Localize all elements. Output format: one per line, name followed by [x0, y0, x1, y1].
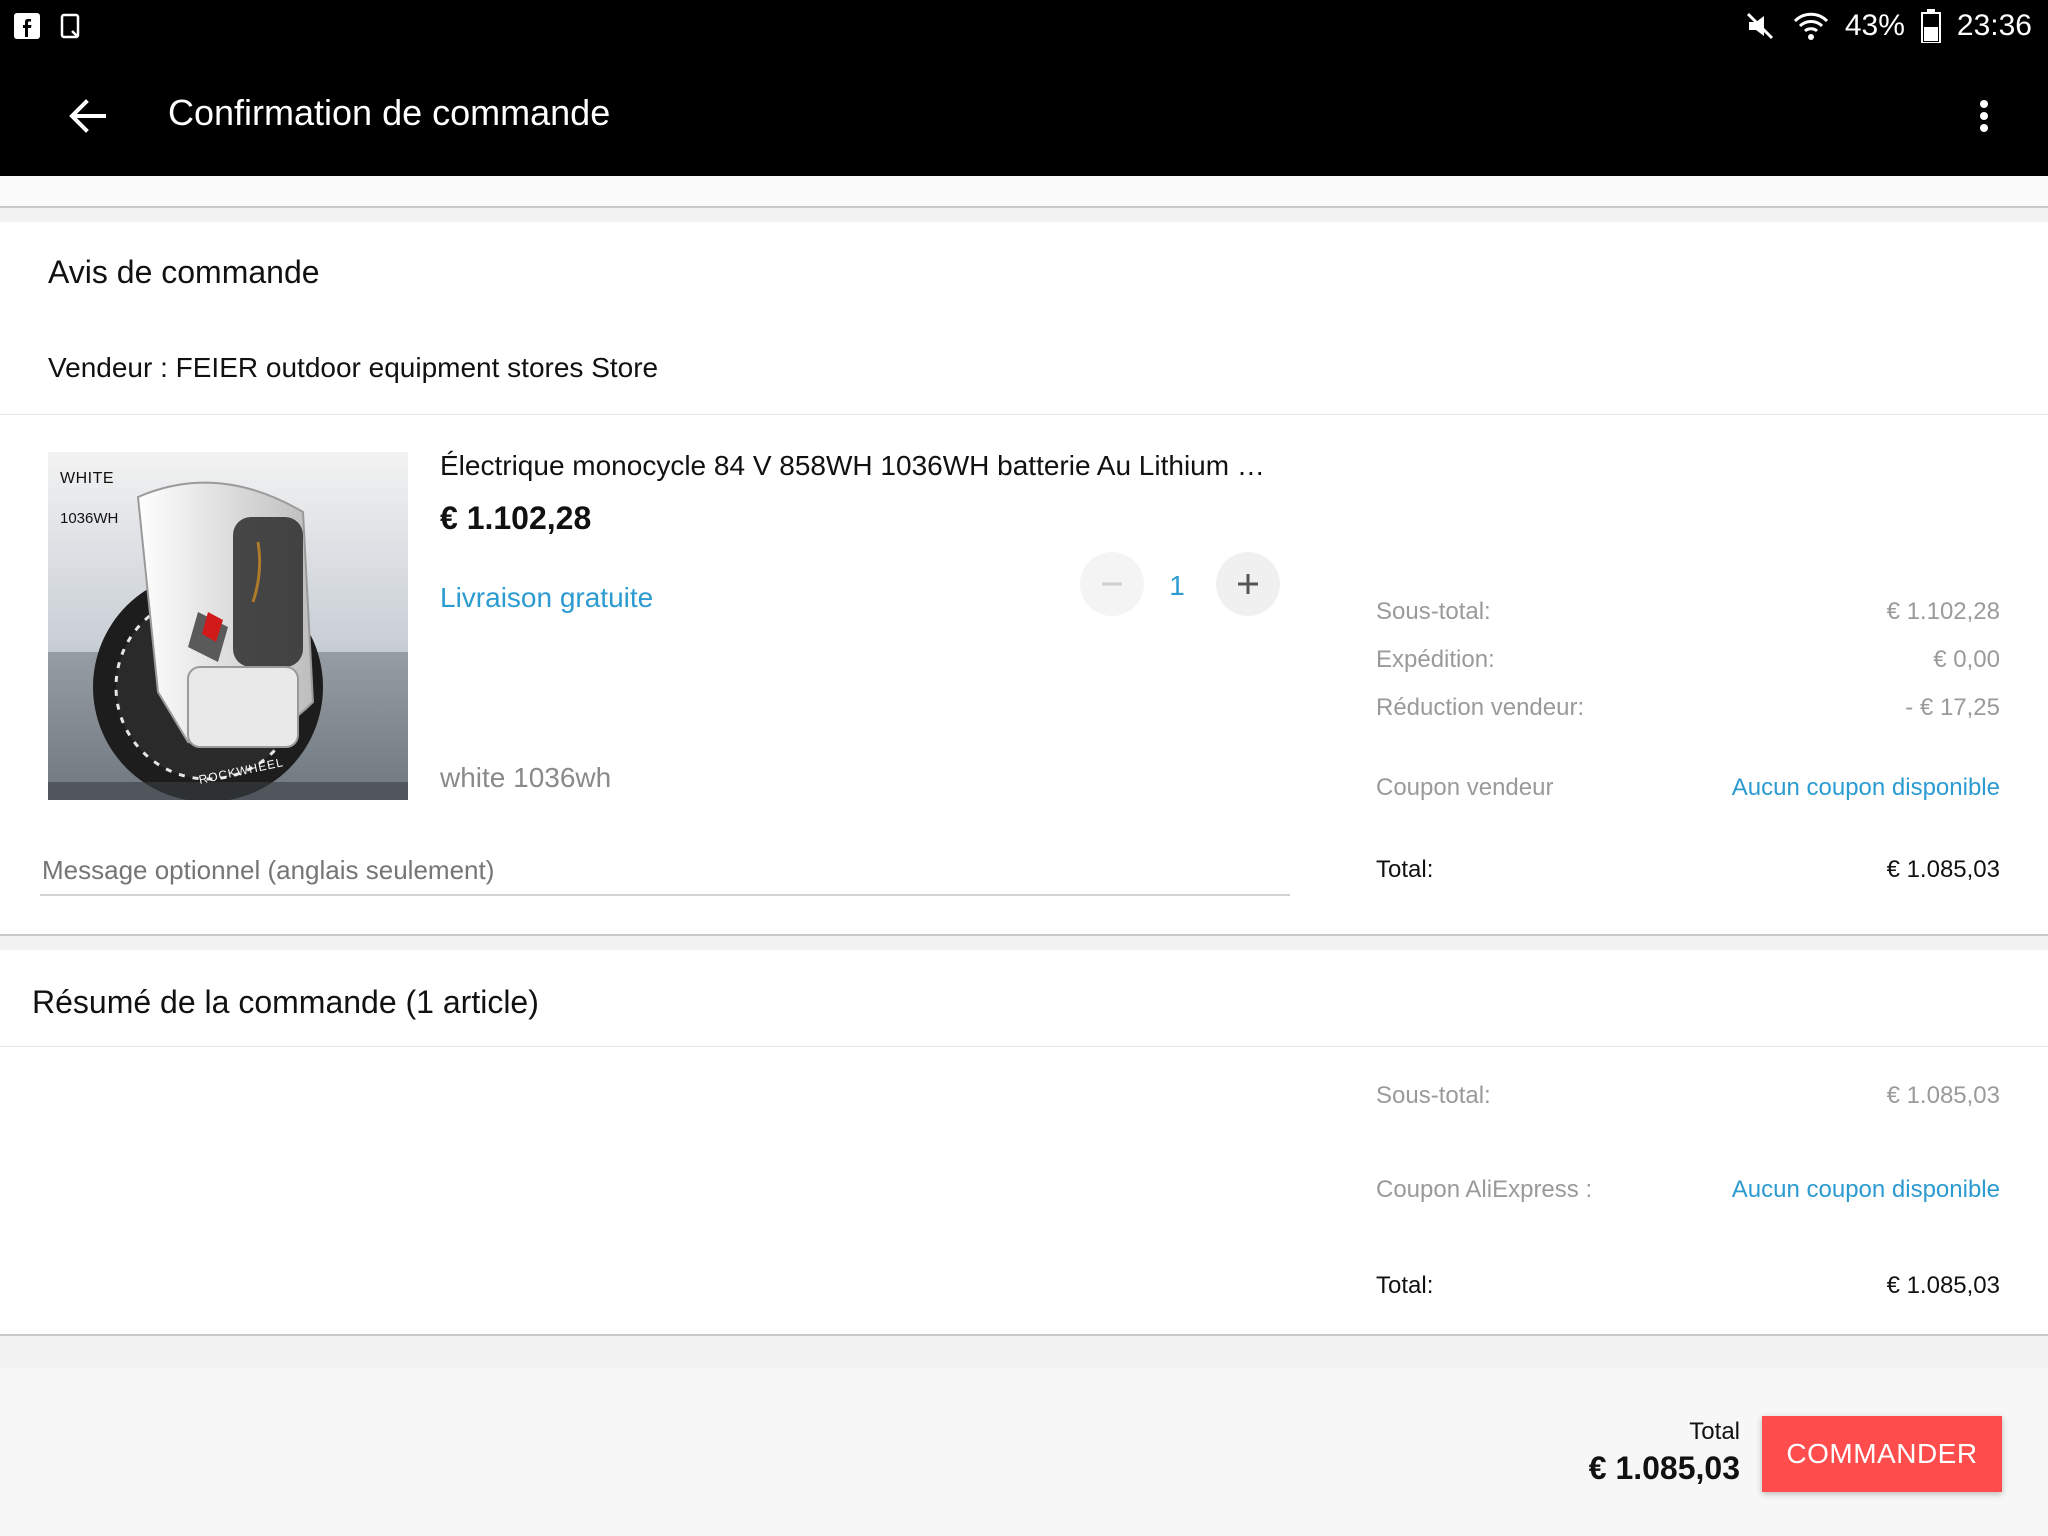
status-bar: 43% 23:36	[0, 0, 2048, 52]
product-price: € 1.102,28	[440, 500, 592, 536]
product-variant: white 1036wh	[440, 762, 612, 793]
notice-total-value: € 1.085,03	[1886, 856, 2000, 883]
notice-shipping-label: Expédition:	[1376, 646, 1495, 673]
status-notifications	[14, 0, 84, 52]
quantity-value: 1	[1169, 570, 1185, 601]
status-system: 43% 23:36	[1743, 0, 2032, 52]
top-spacer	[0, 176, 2048, 206]
notice-total-label: Total:	[1376, 856, 1434, 883]
image-label-color: WHITE	[60, 470, 115, 487]
back-button[interactable]	[64, 92, 112, 140]
summary-total-value: € 1.085,03	[1886, 1272, 2000, 1299]
seller-line[interactable]: Vendeur : FEIER outdoor equipment stores…	[48, 352, 658, 384]
notice-discount-label: Réduction vendeur:	[1376, 694, 1585, 721]
quantity-increment-button[interactable]	[1216, 552, 1280, 616]
summary-divider	[0, 1046, 2048, 1047]
mute-icon	[1743, 9, 1777, 43]
product-title[interactable]: Électrique monocycle 84 V 858WH 1036WH b…	[440, 450, 1280, 482]
commander-button[interactable]: COMMANDER	[1762, 1416, 2002, 1492]
quantity-decrement-button[interactable]	[1080, 552, 1144, 616]
top-divider	[0, 206, 2048, 208]
plus-icon	[1234, 570, 1262, 598]
notice-subtotal-value: € 1.102,28	[1886, 598, 2000, 625]
aliexpress-coupon-link[interactable]: Aucun coupon disponible	[1640, 1176, 2000, 1204]
seller-coupon-label: Coupon vendeur	[1376, 774, 1554, 801]
summary-subtotal-value: € 1.085,03	[1886, 1082, 2000, 1109]
shipping-free[interactable]: Livraison gratuite	[440, 582, 653, 614]
battery-percent: 43%	[1844, 9, 1905, 42]
section-divider	[0, 934, 2048, 936]
seller-divider	[0, 414, 2048, 415]
footer-bar	[0, 1368, 2048, 1536]
page-title: Confirmation de commande	[168, 92, 611, 133]
notice-shipping-value: € 0,00	[1933, 646, 2000, 673]
overflow-menu-button[interactable]	[1968, 92, 2000, 140]
seller-coupon-link[interactable]: Aucun coupon disponible	[1640, 774, 2000, 802]
image-label-capacity: 1036WH	[60, 510, 119, 527]
order-summary-heading: Résumé de la commande (1 article)	[32, 984, 539, 1020]
bottom-divider	[0, 1334, 2048, 1336]
footer-total-value: € 1.085,03	[1588, 1450, 1740, 1486]
summary-subtotal-label: Sous-total:	[1376, 1082, 1491, 1109]
aliexpress-coupon-label: Coupon AliExpress :	[1376, 1176, 1593, 1203]
wifi-icon	[1793, 9, 1829, 43]
seller-message-input[interactable]	[40, 846, 1290, 896]
order-notice-heading: Avis de commande	[48, 254, 320, 290]
notice-subtotal-label: Sous-total:	[1376, 598, 1491, 625]
clock: 23:36	[1956, 9, 2032, 42]
more-vertical-icon	[1968, 92, 2000, 140]
notice-discount-value: - € 17,25	[1905, 694, 2000, 721]
tablet-notification-icon	[58, 13, 84, 39]
summary-total-label: Total:	[1376, 1272, 1434, 1299]
footer-total-label: Total	[1689, 1418, 1740, 1445]
battery-icon	[1920, 9, 1941, 44]
minus-icon	[1098, 570, 1126, 598]
product-image[interactable]: WHITE 1036WH ROCKWHEEL	[48, 452, 408, 800]
arrow-left-icon	[64, 92, 112, 140]
facebook-icon	[14, 13, 40, 39]
